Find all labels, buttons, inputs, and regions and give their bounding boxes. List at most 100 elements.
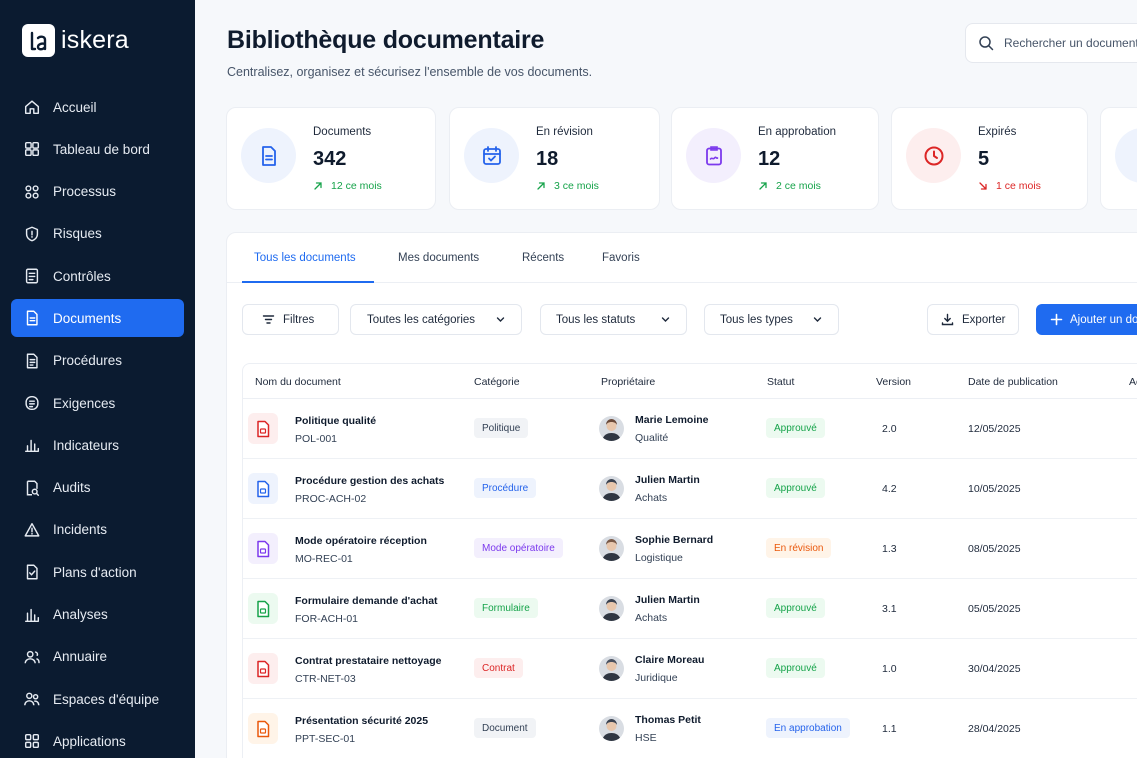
sidebar-item-documents[interactable]: Documents [11,299,184,338]
tab-favorites[interactable]: Favoris [602,252,640,264]
home-icon [24,100,40,115]
tab-my-documents[interactable]: Mes documents [398,252,479,264]
stat-card-documents[interactable]: Documents 342 12 ce mois [226,107,436,210]
stat-value: 342 [313,148,347,170]
document-code: PPT-SEC-01 [295,733,356,745]
category-badge: Document [474,718,536,738]
sidebar-item-label: Tableau de bord [53,141,150,157]
document-name[interactable]: Procédure gestion des achats [295,475,444,487]
chevron-down-icon [813,317,822,322]
sidebar-item-exigences[interactable]: Exigences [11,384,184,422]
publication-date: 28/04/2025 [968,723,1021,735]
sidebar-item-label: Contrôles [53,268,111,284]
search-input[interactable]: Rechercher un document [965,23,1137,63]
document-name[interactable]: Mode opératoire réception [295,535,427,547]
sidebar-item-label: Accueil [53,99,97,115]
sidebar: iskera Accueil Tableau de bord Processus Ri… [0,0,195,758]
owner-name: Thomas Petit [635,714,701,726]
sidebar-item-label: Processus [53,184,117,200]
column-header[interactable]: Statut [767,376,794,388]
document-version: 1.0 [882,663,897,675]
owner-department: HSE [635,732,657,744]
column-header[interactable]: Nom du document [255,376,341,388]
table-row[interactable]: Mode opératoire réception MO-REC-01 Mode o… [242,519,1137,579]
stat-card-partial[interactable] [1100,107,1137,210]
document-code: POL-001 [295,433,338,445]
column-header[interactable]: Date de publication [968,376,1058,388]
category-badge: Formulaire [474,598,538,618]
sidebar-item-applications[interactable]: Applications [11,722,184,758]
owner-department: Logistique [635,552,683,564]
tab-all-documents[interactable]: Tous les documents [254,252,356,264]
warning-icon [24,522,40,537]
table-row[interactable]: Procédure gestion des achats PROC-ACH-02 P… [242,459,1137,519]
table-row[interactable]: Formulaire demande d'achat FOR-ACH-01 Form… [242,579,1137,639]
audit-icon [26,480,40,496]
sidebar-item-plans-d-action[interactable]: Plans d'action [11,553,184,591]
sidebar-item-audits[interactable]: Audits [11,469,184,507]
dashboard-icon [24,142,40,157]
analytics-icon [24,608,40,622]
document-name[interactable]: Contrat prestataire nettoyage [295,655,441,667]
table-row[interactable]: Contrat prestataire nettoyage CTR-NET-03 C… [242,639,1137,699]
publication-date: 12/05/2025 [968,423,1021,435]
sidebar-item-annuaire[interactable]: Annuaire [11,638,184,676]
tab-bar: Tous les documents Mes documents Récents… [227,233,1137,283]
tab-recent[interactable]: Récents [522,252,564,264]
column-header[interactable]: Propriétaire [601,376,655,388]
sidebar-item-tableau-de-bord[interactable]: Tableau de bord [11,130,184,168]
sidebar-item-risques[interactable]: Risques [11,215,184,253]
owner-name: Julien Martin [635,594,700,606]
stat-delta: 12 ce mois [313,180,382,192]
document-name[interactable]: Formulaire demande d'achat [295,595,438,607]
owner-department: Juridique [635,672,678,684]
avatar [599,416,624,441]
trend-up-icon [314,182,322,190]
stat-value: 5 [978,148,990,170]
sidebar-item-label: Documents [53,310,122,326]
status-badge: Approuvé [766,478,825,498]
document-icon [26,311,38,326]
column-header[interactable]: Actions [1129,376,1137,388]
export-button[interactable]: Exporter [927,304,1019,335]
sidebar-item-indicateurs[interactable]: Indicateurs [11,426,184,464]
status-select[interactable]: Tous les statuts [540,304,687,335]
publication-date: 10/05/2025 [968,483,1021,495]
column-header[interactable]: Catégorie [474,376,520,388]
document-version: 2.0 [882,423,897,435]
sidebar-item-espaces-d-equipe[interactable]: Espaces d'équipe [11,680,184,718]
table-row[interactable]: Politique qualité POL-001 Politique Marie L… [242,399,1137,459]
sidebar-item-analyses[interactable]: Analyses [11,596,184,634]
document-name[interactable]: Présentation sécurité 2025 [295,715,428,727]
stat-card-expires[interactable]: Expirés 5 1 ce mois [891,107,1088,210]
sidebar-item-incidents[interactable]: Incidents [11,511,184,549]
column-header[interactable]: Version [876,376,911,388]
sidebar-item-accueil[interactable]: Accueil [11,88,184,126]
owner-name: Julien Martin [635,474,700,486]
shield-icon [25,226,39,242]
team-icon [24,692,40,706]
procedure-icon [26,353,38,369]
stat-label: En approbation [758,126,837,138]
filters-button[interactable]: Filtres [242,304,339,335]
type-select[interactable]: Tous les types [704,304,839,335]
sidebar-item-label: Procédures [53,353,123,369]
sidebar-item-procedures[interactable]: Procédures [11,342,184,380]
category-select[interactable]: Toutes les catégories [350,304,522,335]
stat-card-en-approbation[interactable]: En approbation 12 2 ce mois [671,107,879,210]
logo[interactable]: iskera [22,24,129,57]
sidebar-item-processus[interactable]: Processus [11,173,184,211]
document-version: 3.1 [882,603,897,615]
requirement-icon [25,396,39,411]
process-icon [25,184,39,199]
add-document-button[interactable]: Ajouter un document [1036,304,1137,335]
document-name[interactable]: Politique qualité [295,415,376,427]
download-icon [941,313,954,326]
search-placeholder: Rechercher un document [1004,36,1137,50]
table-row[interactable]: Présentation sécurité 2025 PPT-SEC-01 Docu… [242,699,1137,758]
brand-name: iskera [61,26,129,54]
sidebar-item-controles[interactable]: Contrôles [11,257,184,295]
category-badge: Politique [474,418,529,438]
documents-table: Nom du document Catégorie Propriétaire S… [242,363,1137,758]
stat-card-en-revision[interactable]: En révision 18 3 ce mois [449,107,660,210]
